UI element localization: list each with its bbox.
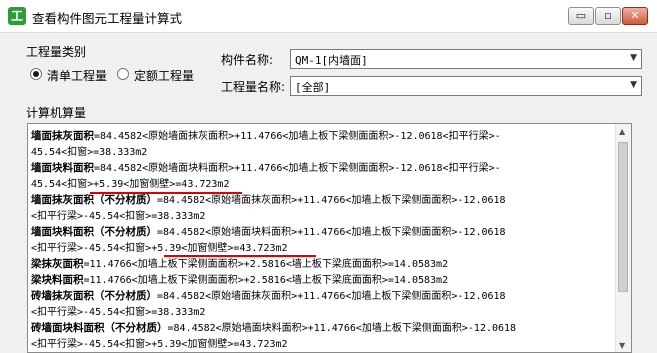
quantity-name-value: [全部] (295, 81, 331, 94)
maximize-button[interactable]: ▫ (595, 7, 621, 25)
calc-line: 梁块料面积=11.4766<加墙上板下梁侧面面积>+2.5816<墙上板下梁底面… (31, 274, 449, 286)
calc-line: 砖墙抹灰面积（不分材质）=84.4582<原始墙面抹灰面积>+11.4766<加… (31, 290, 506, 302)
title-bar: 工 查看构件图元工程量计算式 ▭ ▫ ✕ (0, 0, 657, 33)
close-button[interactable]: ✕ (622, 7, 648, 25)
quantity-name-label: 工程量名称: (221, 80, 286, 94)
calc-line: <扣平行梁>-45.54<扣窗>=38.333m2 (31, 211, 206, 222)
calc-line: 墙面抹灰面积（不分材质）=84.4582<原始墙面抹灰面积>+11.4766<加… (31, 194, 506, 206)
calc-line: 45.54<扣窗>+5.39<加窗侧壁>=43.723m2 (31, 179, 230, 190)
component-name-select[interactable]: QM-1[内墙面] ▼ (290, 49, 642, 69)
quantity-type-label: 工程量类别 (26, 45, 87, 59)
calc-line: 墙面块料面积=84.4582<原始墙面块料面积>+11.4766<加墙上板下梁侧… (31, 162, 501, 174)
highlight-underline (90, 192, 242, 194)
calc-text-area[interactable]: 墙面抹灰面积=84.4582<原始墙面抹灰面积>+11.4766<加墙上板下梁侧… (27, 123, 632, 353)
quantity-name-select[interactable]: [全部] ▼ (290, 76, 642, 96)
app-icon: 工 (8, 7, 26, 25)
highlight-underline (164, 255, 316, 257)
calc-line: <扣平行梁>-45.54<扣窗>=38.333m2 (31, 307, 206, 318)
window-title: 查看构件图元工程量计算式 (32, 11, 183, 26)
calc-line: 梁抹灰面积=11.4766<加墙上板下梁侧面面积>+2.5816<墙上板下梁底面… (31, 258, 449, 270)
calc-line: 墙面抹灰面积=84.4582<原始墙面抹灰面积>+11.4766<加墙上板下梁侧… (31, 130, 501, 142)
calc-line: 砖墙面块料面积（不分材质）=84.4582<原始墙面块料面积>+11.4766<… (31, 322, 517, 334)
chevron-down-icon: ▼ (630, 80, 637, 90)
radio-unselected-icon (117, 68, 129, 80)
calc-line: <扣平行梁>-45.54<扣窗>+5.39<加窗侧壁>=43.723m2 (31, 339, 288, 350)
calc-line: 墙面块料面积（不分材质）=84.4582<原始墙面块料面积>+11.4766<加… (31, 226, 506, 238)
scroll-up-icon[interactable]: ▲ (619, 127, 625, 136)
minimize-button[interactable]: ▭ (568, 7, 594, 25)
radio-selected-icon (30, 68, 42, 80)
component-name-label: 构件名称: (221, 53, 274, 67)
radio-label: 清单工程量 (47, 69, 108, 83)
radio-label: 定额工程量 (134, 69, 195, 83)
calc-line: 45.54<扣窗>=38.333m2 (31, 147, 148, 158)
vertical-scrollbar[interactable]: ▲ ▼ (615, 124, 631, 352)
chevron-down-icon: ▼ (630, 53, 637, 63)
calc-label: 计算机算量 (26, 106, 87, 120)
scrollbar-thumb[interactable] (618, 142, 628, 292)
scroll-down-icon[interactable]: ▼ (619, 341, 625, 350)
component-name-value: QM-1[内墙面] (295, 54, 368, 67)
